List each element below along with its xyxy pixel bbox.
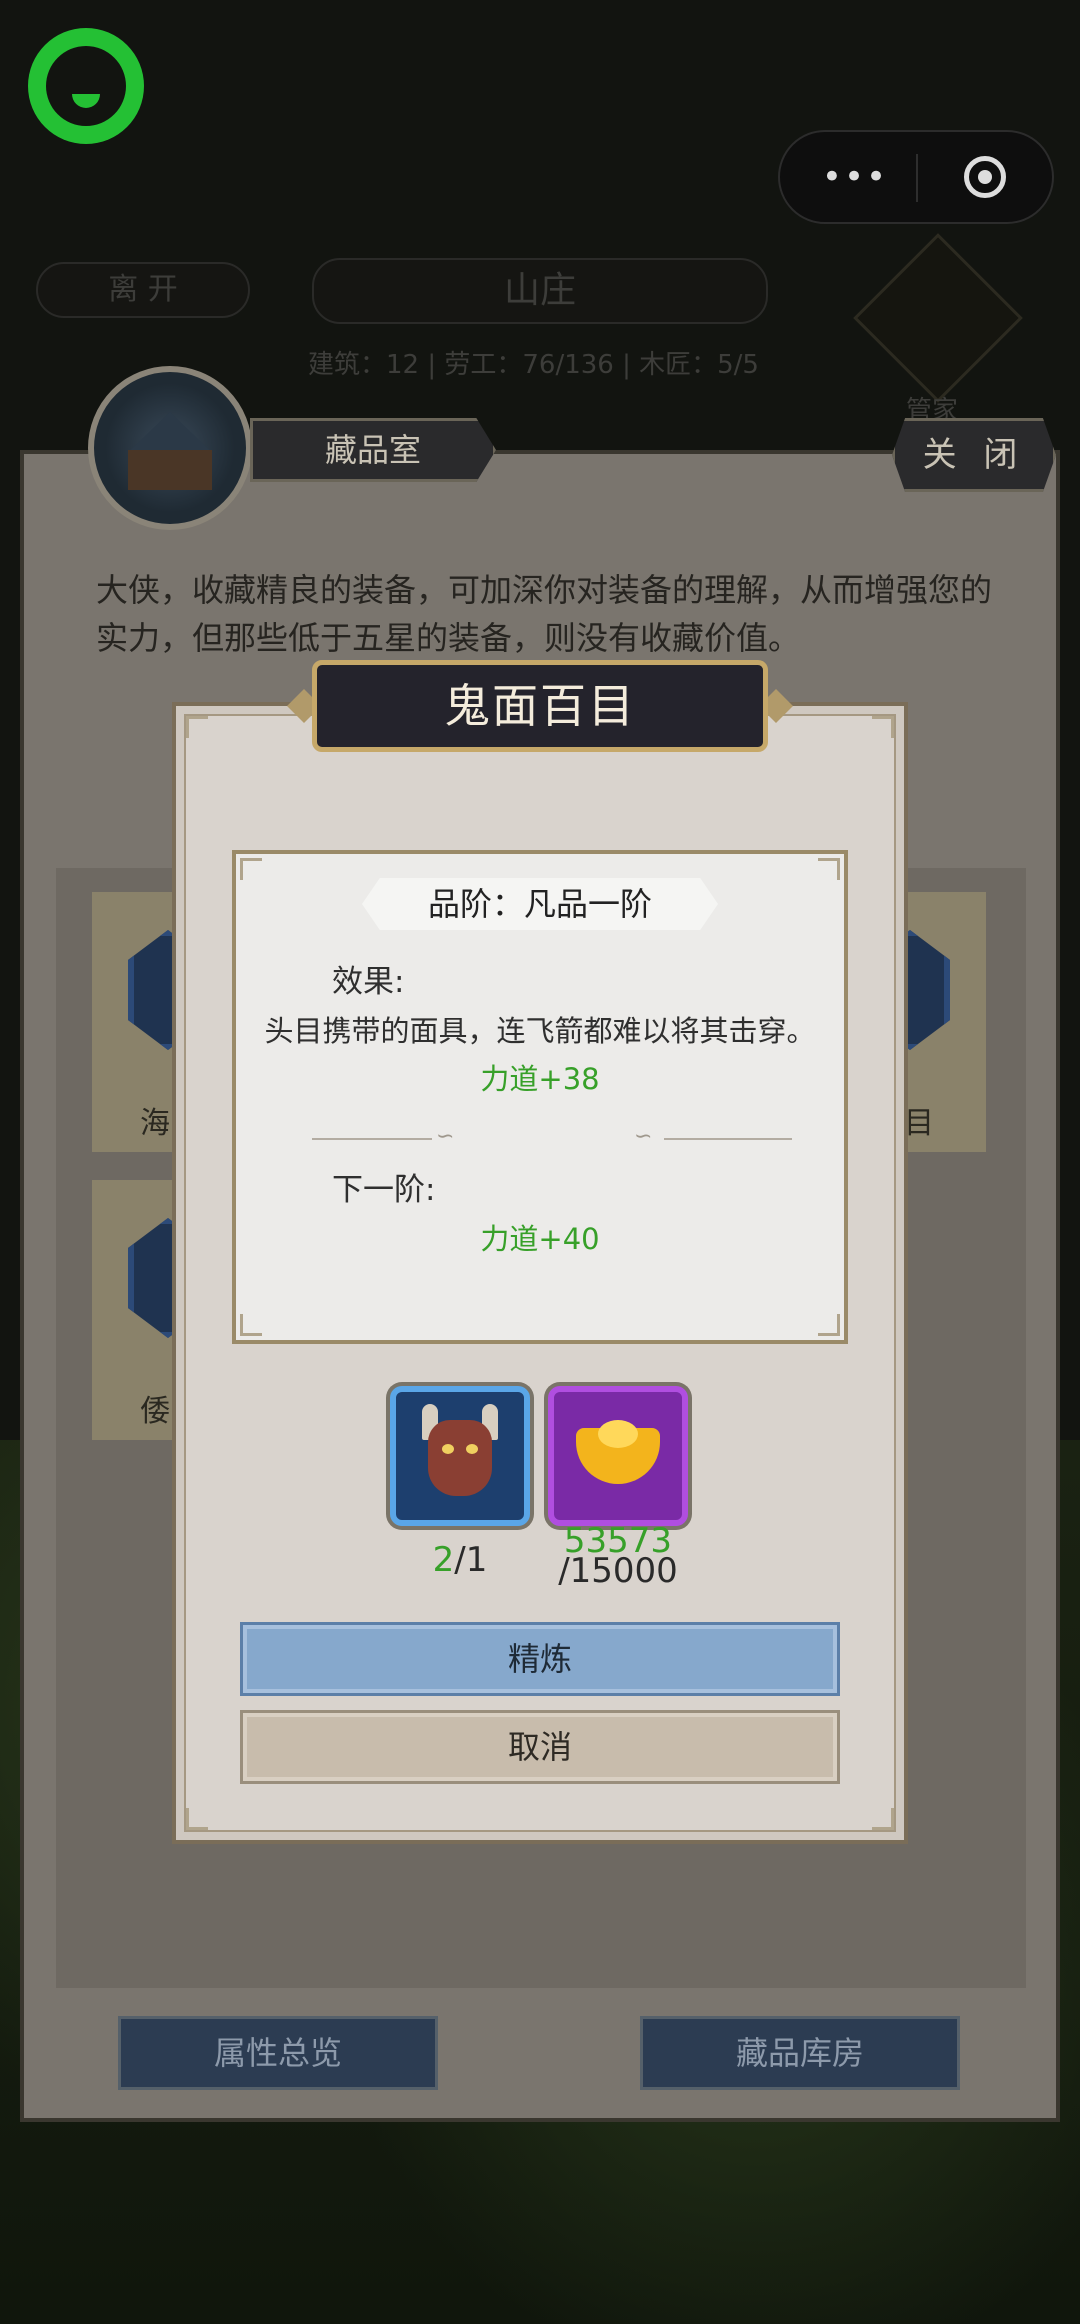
corner-ornament — [240, 858, 262, 880]
divider-right — [664, 1138, 792, 1140]
collection-description: 大侠，收藏精良的装备，可加深你对装备的理解，从而增强您的实力，但那些低于五星的装… — [96, 571, 993, 657]
attribute-overview-button: 属性总览 — [118, 2016, 438, 2090]
corner-ornament — [818, 1314, 840, 1336]
corner-ornament — [818, 858, 840, 880]
wechat-chat-icon[interactable] — [28, 28, 144, 144]
mask-need: /1 — [454, 1540, 488, 1580]
more-icon[interactable]: ••• — [820, 160, 890, 194]
divider-ornament-right: ∽ — [634, 1124, 653, 1149]
refine-button[interactable]: 精炼 — [240, 1622, 840, 1696]
close-button: 关 闭 — [892, 418, 1056, 492]
collection-storage-button: 藏品库房 — [640, 2016, 960, 2090]
effect-description: 头目携带的面具，连飞箭都难以将其击穿。 — [264, 1014, 816, 1048]
current-bonus: 力道+38 — [480, 1062, 600, 1096]
tile-label: 目 — [904, 1106, 934, 1141]
mask-eye — [442, 1444, 454, 1454]
butler-emblem-icon — [853, 233, 1023, 403]
miniprogram-capsule: ••• — [778, 130, 1054, 224]
corner-ornament — [186, 716, 208, 738]
next-tier-label: 下一阶: — [332, 1172, 436, 1208]
tab-collection-room: 藏品室 — [250, 418, 496, 482]
manor-title: 山庄 — [312, 258, 768, 324]
building-walls-icon — [128, 450, 212, 490]
ghost-mask-icon[interactable] — [390, 1386, 530, 1526]
mask-eye — [466, 1444, 478, 1454]
gold-need: /15000 — [558, 1551, 678, 1591]
corner-ornament — [186, 1808, 208, 1830]
gold-count: 53573 /15000 — [518, 1524, 718, 1591]
close-miniprogram-icon[interactable] — [964, 156, 1006, 198]
corner-ornament — [872, 1808, 894, 1830]
cancel-button[interactable]: 取消 — [240, 1710, 840, 1784]
corner-ornament — [872, 716, 894, 738]
effect-label: 效果: — [332, 964, 405, 1000]
mask-count: 2/1 — [390, 1540, 530, 1580]
next-bonus: 力道+40 — [480, 1222, 600, 1256]
divider-left — [312, 1138, 432, 1140]
leave-button: 离 开 — [36, 262, 250, 318]
corner-ornament — [240, 1314, 262, 1336]
mask-have: 2 — [432, 1540, 455, 1580]
item-title: 鬼面百目 — [312, 660, 768, 752]
grade-banner: 品阶：凡品一阶 — [362, 878, 718, 930]
building-avatar — [88, 366, 252, 530]
tile-label: 海 — [140, 1106, 170, 1141]
building-roof-icon — [128, 412, 212, 452]
capsule-divider — [916, 154, 918, 202]
mask-face — [428, 1420, 492, 1496]
gold-ingot-icon[interactable] — [548, 1386, 688, 1526]
gold-ingot-top — [598, 1420, 638, 1448]
divider-ornament-left: ∽ — [436, 1124, 455, 1149]
manor-stats: 建筑：12 | 劳工：76/136 | 木匠：5/5 — [308, 350, 759, 380]
tile-label: 倭 — [140, 1394, 170, 1429]
